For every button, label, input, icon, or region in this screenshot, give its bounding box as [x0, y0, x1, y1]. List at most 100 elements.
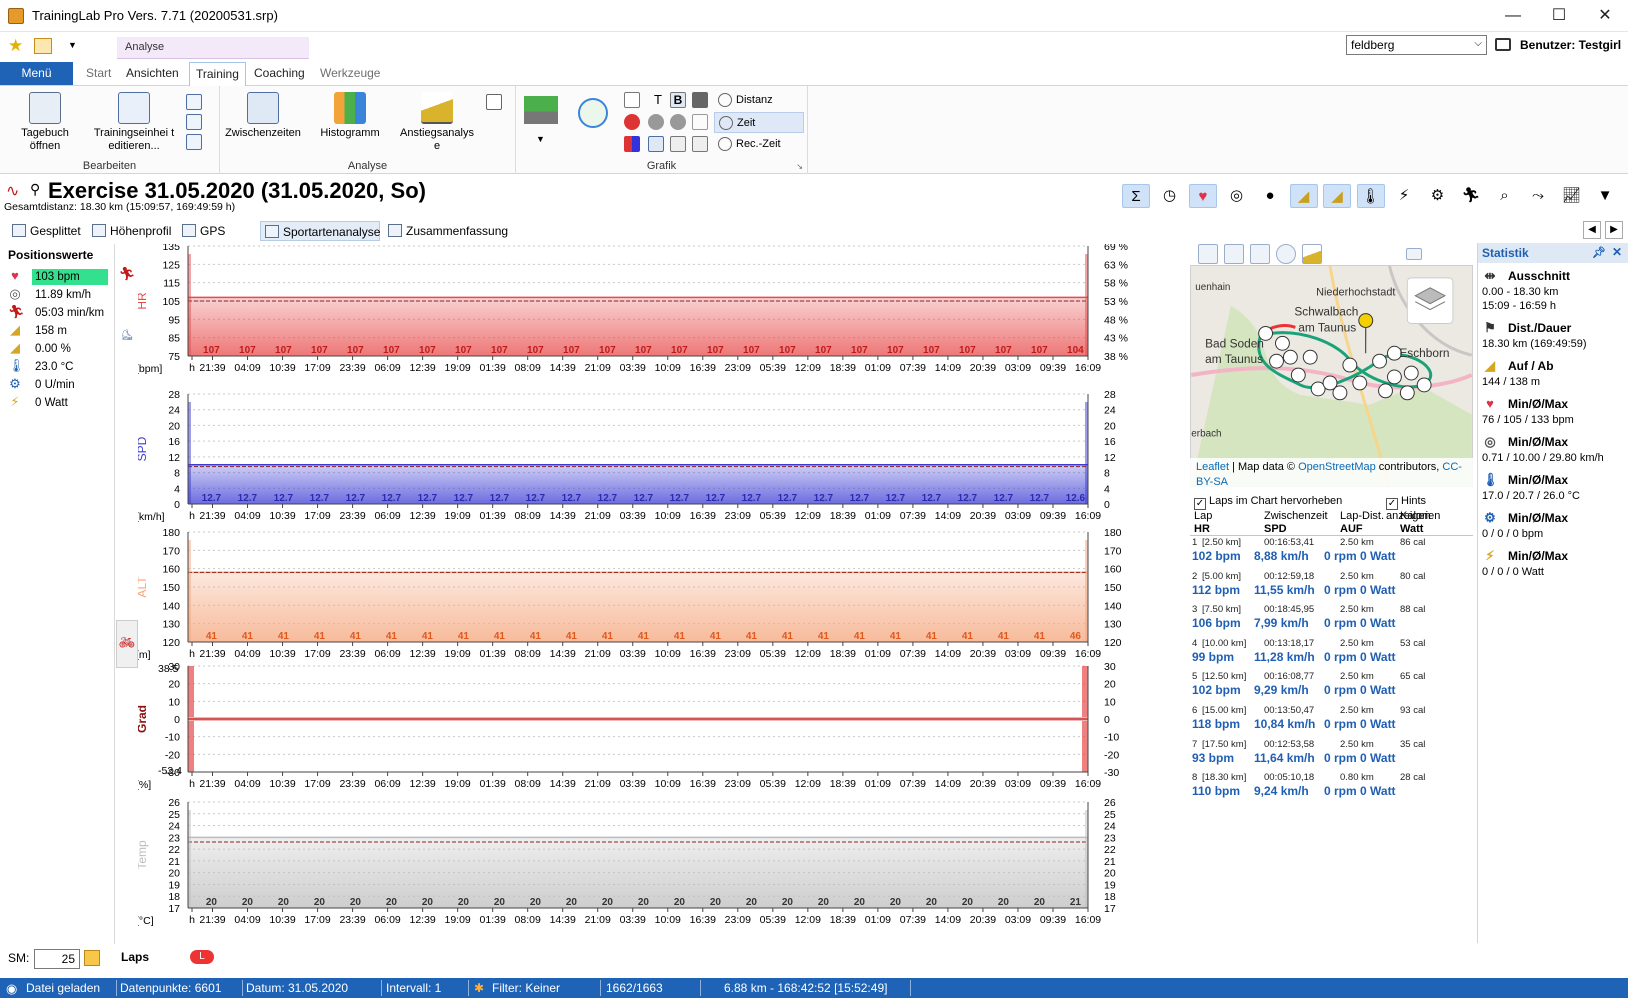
tab-gps-karte[interactable]: GPS Karte — [178, 221, 256, 258]
folder-icon[interactable] — [84, 950, 100, 966]
tab-hoehenprofil[interactable]: Höhenprofil — [88, 221, 174, 241]
runner-icon[interactable]: 🏃︎ — [116, 266, 138, 282]
lap-marker[interactable] — [1275, 335, 1290, 351]
laps-row[interactable]: 8 [18.30 km] 00:05:10,18 0.80 km 28 cal 110 b… — [1190, 772, 1473, 807]
windows-icon[interactable] — [648, 136, 664, 152]
reczeit-button[interactable]: Rec.-Zeit — [714, 134, 804, 155]
zoom-out-icon[interactable] — [1250, 244, 1270, 264]
lap-marker[interactable] — [1416, 377, 1432, 393]
add-table-icon[interactable] — [186, 94, 202, 110]
zoom-in-icon[interactable] — [1224, 244, 1244, 264]
shoe-icon[interactable]: ⛸︎ — [116, 330, 138, 341]
star-icon[interactable]: ★ — [8, 36, 23, 56]
lap-marker[interactable] — [1378, 383, 1393, 399]
edit-icon[interactable] — [34, 38, 52, 54]
laps-row[interactable]: 6 [15.00 km] 00:13:50,47 2.50 km 93 cal 118 b… — [1190, 705, 1473, 740]
gps-map[interactable]: uenhain NiederhochstadtSchwalbacham Taunu… — [1190, 265, 1473, 487]
tab-training[interactable]: Training — [189, 62, 246, 86]
histogramm-button[interactable]: Histogramm — [314, 92, 386, 140]
tab-menu[interactable]: Menü — [0, 62, 73, 85]
search-icon[interactable]: ⌕ — [1491, 184, 1519, 208]
power-icon[interactable]: ⚡︎ — [1390, 184, 1418, 208]
dialog-launcher-icon[interactable]: ↘ — [796, 162, 803, 171]
zwischenzeiten-button[interactable]: Zwischenzeiten — [224, 92, 302, 140]
lap-marker[interactable] — [1399, 385, 1415, 401]
heart-icon[interactable]: ♥ — [1189, 184, 1217, 208]
laps-col-subheader[interactable]: Watt — [1400, 523, 1423, 536]
lap-marker[interactable] — [1322, 375, 1338, 391]
sm-stepper[interactable]: 25 — [34, 949, 80, 969]
chevron-down-icon[interactable]: ▼ — [1591, 184, 1619, 208]
laps-row[interactable]: 7 [17.50 km] 00:12:53,58 2.50 km 35 cal 93 bp… — [1190, 739, 1473, 774]
chart-icon[interactable]: 📈︎ — [1558, 184, 1586, 208]
elevation-icon[interactable] — [1302, 244, 1322, 264]
runner-icon[interactable]: 🏃︎ — [1457, 184, 1485, 208]
tab-werkzeuge[interactable]: Werkzeuge — [314, 62, 386, 85]
laps-col-subheader[interactable]: HR — [1194, 523, 1210, 536]
bold-icon[interactable]: B — [670, 92, 686, 108]
tagebuch-button[interactable]: Tagebuch öffnen — [14, 92, 76, 153]
maximize-button[interactable]: ☐ — [1536, 0, 1582, 32]
restore-icon[interactable] — [1406, 248, 1422, 260]
down-arrow-icon[interactable] — [692, 136, 708, 152]
slope-icon[interactable]: ◢ — [1323, 184, 1351, 208]
chart-hr[interactable]: 135 69 % 125 63 % 115 58 % 105 53 % 95 48 % 85 43 %… — [138, 244, 1128, 375]
zeit-button[interactable]: Zeit — [714, 112, 804, 133]
laps-col-header[interactable]: Lap — [1194, 510, 1212, 523]
copy-icon[interactable] — [186, 134, 202, 150]
lap-marker[interactable] — [1403, 365, 1419, 381]
laps-col-subheader[interactable]: AUF — [1340, 523, 1363, 536]
bars-icon[interactable] — [624, 136, 640, 152]
anstiegsanalyse-button[interactable]: Anstiegsanalys e — [398, 92, 476, 153]
clock-icon[interactable]: ◷ — [1156, 184, 1184, 208]
laps-row[interactable]: 4 [10.00 km] 00:13:18,17 2.50 km 53 cal 99 bp… — [1190, 638, 1473, 673]
filter-icon[interactable]: ✱ — [474, 981, 484, 995]
tab-zusammenfassung[interactable]: Zusammenfassung — [384, 221, 508, 241]
laps-highlight-checkbox[interactable]: ✓ Laps im Chart hervorheben — [1194, 495, 1342, 510]
lap-marker[interactable] — [1342, 357, 1358, 373]
laps-row[interactable]: 1 [2.50 km] 00:16:53,41 2.50 km 86 cal 102 bp… — [1190, 537, 1473, 572]
laps-icon[interactable]: L — [190, 950, 214, 964]
laps-col-header[interactable]: Kalorien — [1400, 510, 1440, 523]
tab-ansichten[interactable]: Ansichten — [120, 62, 185, 85]
lap-marker[interactable] — [1290, 367, 1306, 383]
laps-row[interactable]: 2 [5.00 km] 00:12:59,18 2.50 km 80 cal 112 bp… — [1190, 571, 1473, 606]
keyboard-icon[interactable] — [486, 94, 502, 110]
magnet-icon[interactable] — [624, 114, 640, 130]
chart-spd[interactable]: 28 28 24 24 20 20 16 16 12 12 8 8 4 4 0 0 12.7 12.7 12.7 12… — [138, 389, 1116, 523]
user-select[interactable]: feldberg ⌵ — [1346, 35, 1487, 55]
minimize-button[interactable]: — — [1490, 0, 1536, 32]
chevron-down-icon[interactable]: ▼ — [536, 134, 545, 144]
user-card-icon[interactable] — [1495, 38, 1511, 51]
chart-icon[interactable] — [624, 92, 640, 108]
chart-alt[interactable]: 180 180170 170160 160150 150140 140130 130120 1… — [138, 527, 1122, 661]
thermometer-icon[interactable]: 🌡︎ — [1356, 184, 1385, 208]
leaflet-link[interactable]: Leaflet — [1196, 461, 1229, 473]
osm-link[interactable]: OpenStreetMap — [1298, 461, 1376, 473]
laps-col-header[interactable]: Zwischenzeit — [1264, 510, 1328, 523]
circle-icon[interactable] — [648, 114, 664, 130]
lap-marker[interactable] — [1386, 369, 1402, 385]
lap-marker[interactable] — [1282, 349, 1298, 365]
sport-charts[interactable]: 135 69 % 125 63 % 115 58 % 105 53 % 95 48 % 85 43 %… — [138, 244, 1150, 954]
up-arrow-icon[interactable] — [1276, 244, 1296, 264]
laps-row[interactable]: 5 [12.50 km] 00:16:08,77 2.50 km 65 cal 102 b… — [1190, 671, 1473, 706]
cadence-icon[interactable]: ⚙︎ — [1424, 184, 1452, 208]
close-button[interactable]: ✕ — [1582, 0, 1628, 32]
distanz-button[interactable]: Distanz — [714, 90, 804, 111]
status-filter[interactable]: Filter: Keiner — [492, 981, 560, 995]
chart-temp[interactable]: 26 2625 2524 2423 2322 2221 2120 2019 1918 1817 17… — [138, 797, 1116, 927]
lap-marker[interactable] — [1352, 375, 1368, 391]
bike-icon[interactable]: 🚲︎ — [116, 620, 138, 668]
tab-start[interactable]: Start — [80, 62, 117, 85]
close-icon[interactable]: ✕ — [1612, 245, 1622, 259]
circle-filled-icon[interactable] — [670, 114, 686, 130]
laps-col-header[interactable]: Lap-Dist. — [1340, 510, 1384, 523]
laps-row[interactable]: 3 [7.50 km] 00:18:45,95 2.50 km 88 cal 106 bp… — [1190, 604, 1473, 639]
tab-gesplittet[interactable]: Gesplittet — [8, 221, 84, 241]
add-route-icon[interactable] — [578, 98, 608, 128]
export-arrow-icon[interactable] — [524, 96, 558, 124]
chevron-right-icon[interactable]: ▶ — [1605, 221, 1623, 239]
chart-grad[interactable]: 30 3020 2010 100 0-10 -10-20 -20-30 -3038.5-52.… — [138, 661, 1119, 791]
trainingseinheit-button[interactable]: Trainingseinhei t editieren... — [92, 92, 176, 153]
